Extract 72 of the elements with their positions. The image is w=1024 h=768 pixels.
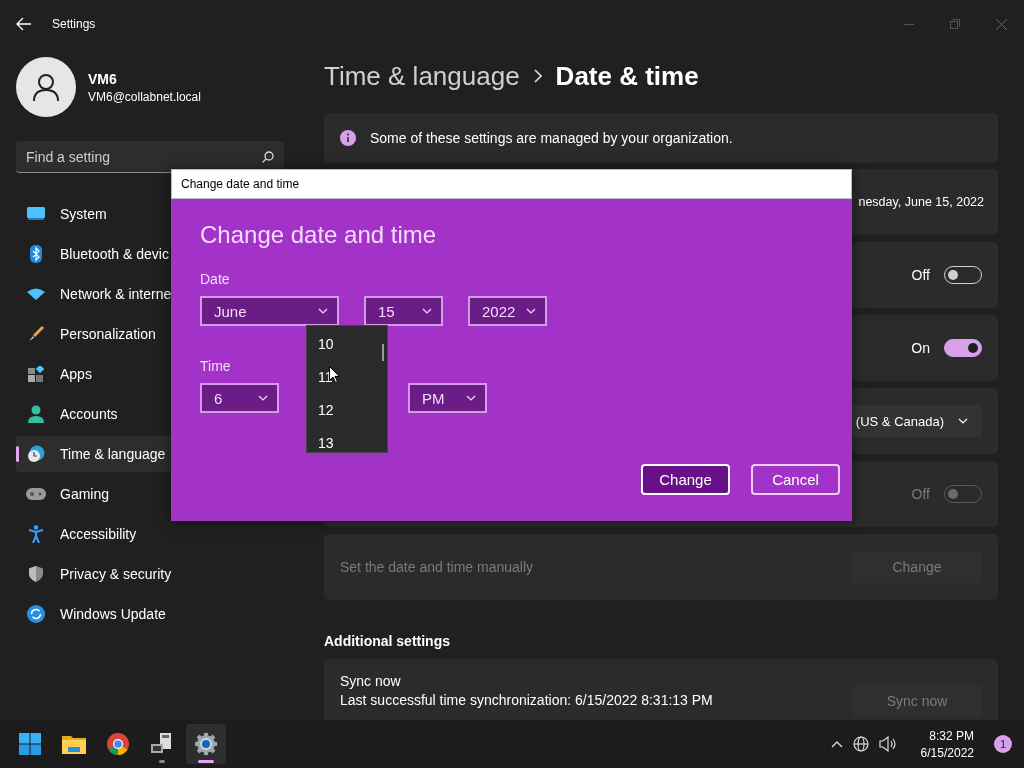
user-email: VM6@collabnet.local [88,89,201,104]
avatar [16,57,76,117]
field-label: Date [200,271,230,287]
date-text: nesday, June 15, 2022 [858,195,984,209]
nav-item[interactable]: Privacy & security [16,556,306,592]
time-dropdown[interactable]: PM [408,383,487,413]
close-icon [995,18,1007,30]
page-title: Date & time [555,60,699,92]
window-title: Settings [52,17,96,31]
restore-icon [950,19,960,29]
user-name: VM6 [88,70,118,87]
search-icon [262,150,274,163]
time-zone-dropdown[interactable]: (US & Canada) [849,405,982,437]
gear-icon [195,733,217,755]
toggle-switch[interactable] [944,339,982,357]
setting-label: Sync now [340,673,402,689]
taskbar-app[interactable] [186,724,226,764]
breadcrumb-parent[interactable]: Time & language [324,60,520,92]
setting-label: Set the date and time manually [340,559,533,575]
clock-time[interactable]: 8:32 PM [929,728,974,743]
chevron-down-icon [526,308,536,314]
date-dropdown[interactable]: 15 [364,296,443,326]
change-button[interactable]: Change [641,464,730,495]
shield-icon [29,566,43,582]
computer-icon [151,733,173,755]
folder-icon [62,734,86,754]
toggle-state: Off [911,486,930,502]
section-heading: Additional settings [324,633,451,649]
apps-icon [28,366,44,382]
nav-item[interactable]: Windows Update [16,596,306,632]
back-arrow-icon[interactable] [16,17,32,31]
bluetooth-icon [30,245,42,263]
accessibility-icon [29,525,43,543]
gamepad-icon [26,487,46,501]
cancel-button[interactable]: Cancel [751,464,840,495]
setting-description: Last successful time synchronization: 6/15/2022 8:31:13 PM [340,692,713,708]
update-icon [27,605,45,623]
minimize-icon [904,23,914,25]
date-dropdown[interactable]: June [200,296,339,326]
nav-item[interactable]: Gaming [16,476,306,512]
dialog-heading: Change date and time [200,221,438,249]
wifi-icon [27,288,45,300]
info-icon [340,130,356,146]
chevron-down-icon [466,395,476,401]
clock-globe-icon [27,445,45,463]
globe-icon[interactable] [852,736,869,752]
chevron-up-icon[interactable] [830,740,843,748]
field-label: Time [200,358,231,374]
notification-badge[interactable]: 1 [994,735,1012,753]
search-field[interactable]: Find a setting [16,141,284,173]
list-option[interactable]: 12 [307,393,367,426]
list-option[interactable]: 10 [307,327,367,360]
speaker-icon[interactable] [878,736,897,752]
toggle-state: Off [911,267,930,283]
chevron-down-icon [422,308,432,314]
nav-item[interactable]: Accessibility [16,516,306,552]
brush-icon [28,326,44,342]
chevron-right-icon [533,69,542,83]
chevron-down-icon [318,308,328,314]
chevron-down-icon [258,395,268,401]
dialog-title: Change date and time [181,177,300,191]
browser-icon [107,733,129,755]
monitor-icon [27,207,45,221]
date-dropdown[interactable]: 2022 [468,296,547,326]
start-icon [19,733,41,755]
person-icon [28,405,44,423]
list-option[interactable]: 13 [307,426,367,452]
info-text: Some of these settings are managed by your organization. [370,130,733,146]
toggle-state: On [911,340,930,356]
chevron-down-icon [958,418,968,424]
time-dropdown[interactable]: 6 [200,383,279,413]
clock-date[interactable]: 6/15/2022 [920,745,974,760]
